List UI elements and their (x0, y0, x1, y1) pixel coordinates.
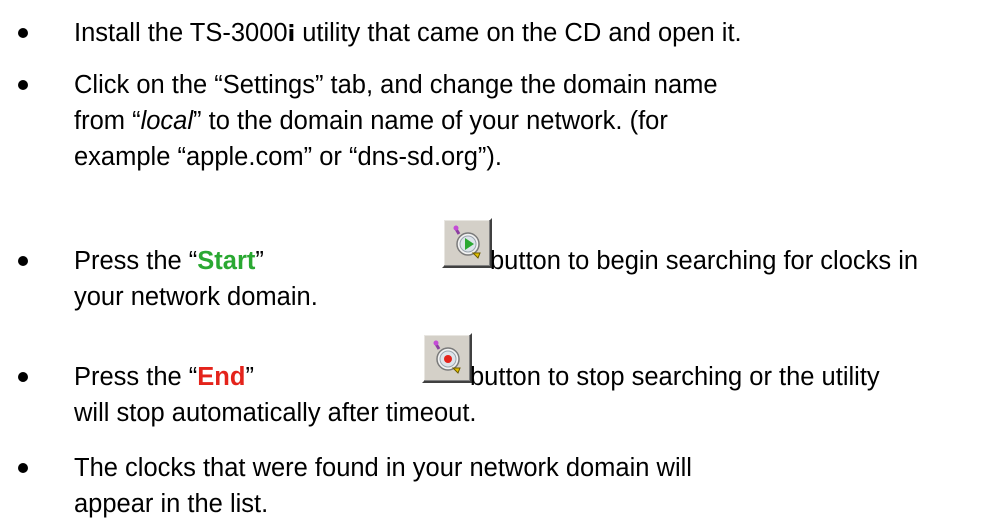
item3-text-after: button to begin searching for clocks in (490, 247, 919, 275)
info-i-glyph: i (287, 22, 296, 47)
item2-line1: Click on the “Settings” tab, and change … (74, 71, 718, 99)
list-item-text: The clocks that were found in your netwo… (74, 450, 989, 522)
start-label: Start (197, 247, 256, 275)
start-search-button[interactable] (442, 218, 492, 268)
item2-line2-start: from “ (74, 107, 141, 135)
item4-text-before: Press the “ (74, 363, 198, 391)
bullet-icon (18, 28, 28, 38)
item4-text-after: button to stop searching or the utility (470, 363, 880, 391)
end-search-icon (433, 340, 461, 374)
item4-quote: ” (245, 363, 254, 391)
start-search-icon (453, 225, 481, 259)
bullet-icon (18, 80, 28, 90)
bullet-icon (18, 256, 28, 266)
item3-quote: ” (255, 247, 264, 275)
end-label: End (197, 363, 246, 391)
item5-line1: The clocks that were found in your netwo… (74, 454, 692, 482)
bullet-icon (18, 372, 28, 382)
local-domain-text: local (140, 107, 194, 135)
list-item-text: Click on the “Settings” tab, and change … (74, 67, 989, 175)
item4-line2: will stop automatically after timeout. (74, 399, 477, 427)
item3-line2: your network domain. (74, 283, 318, 311)
item2-line2-end: ” to the domain name of your network. (f… (193, 107, 668, 135)
item2-line3: example “apple.com” or “dns-sd.org”). (74, 143, 502, 171)
item1-text-after: utility that came on the CD and open it. (295, 19, 742, 47)
list-item-text: Press the “Start” button to begin search… (74, 218, 989, 315)
item1-text-before: Install the TS-3000 (74, 19, 288, 47)
item3-text-before: Press the “ (74, 247, 198, 275)
list-item-text: Press the “End” button to stop searching… (74, 333, 989, 431)
list-item-text: Install the TS-3000i utility that came o… (74, 15, 989, 53)
end-search-button[interactable] (422, 333, 472, 383)
item5-line2: appear in the list. (74, 490, 269, 518)
bullet-icon (18, 463, 28, 473)
